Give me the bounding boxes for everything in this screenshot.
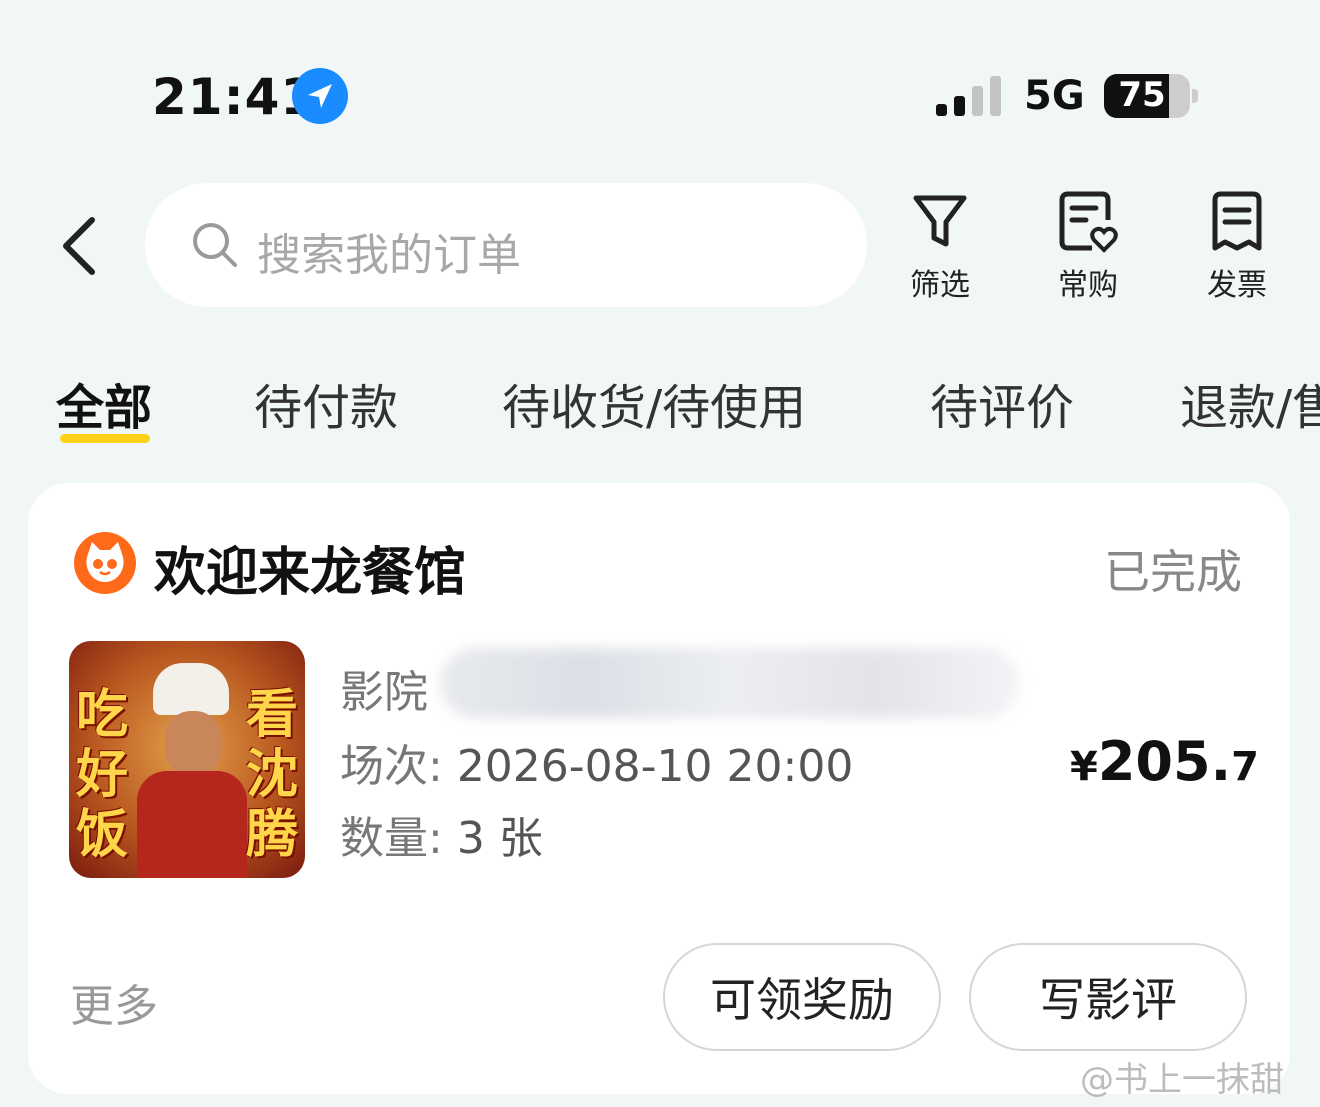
poster-text-left: 吃好饭 [75, 685, 128, 865]
invoice-label: 发票 [1207, 268, 1267, 303]
signal-strength-icon [936, 76, 1004, 116]
movie-poster[interactable]: 吃好饭 看沈腾 [69, 641, 305, 878]
shop-name[interactable]: 欢迎来龙餐馆 [154, 530, 466, 605]
poster-apron [137, 771, 247, 878]
location-arrow-icon [292, 68, 348, 124]
frequent-buy-button[interactable]: 常购 [1033, 190, 1143, 304]
search-input[interactable]: 搜索我的订单 [145, 183, 867, 307]
filter-icon [913, 195, 967, 247]
battery-tip [1192, 89, 1198, 103]
session-label: 场次: [340, 741, 457, 792]
quantity-label: 数量: [340, 813, 457, 864]
order-price: ¥205.7 [1070, 730, 1259, 793]
search-icon [193, 223, 237, 267]
poster-chef-hat [153, 663, 229, 715]
tab-all[interactable]: 全部 [56, 368, 152, 438]
battery-icon: 75 [1104, 74, 1190, 118]
session-row: 场次: 2026-08-10 20:00 [340, 730, 853, 794]
session-value: 2026-08-10 20:00 [456, 741, 854, 792]
battery-percentage: 75 [1118, 75, 1166, 115]
network-type: 5G [1024, 73, 1085, 119]
filter-label: 筛选 [910, 268, 970, 303]
more-button[interactable]: 更多 [70, 970, 158, 1034]
favorite-list-icon [1059, 191, 1118, 253]
tab-refund[interactable]: 退款/售 [1180, 368, 1320, 438]
cat-logo-icon [74, 532, 136, 594]
invoice-button[interactable]: 发票 [1182, 190, 1292, 304]
order-status: 已完成 [1104, 545, 1242, 599]
filter-button[interactable]: 筛选 [885, 190, 995, 304]
tab-pending-payment[interactable]: 待付款 [254, 368, 398, 438]
price-integer: 205. [1097, 730, 1232, 793]
tab-active-indicator [60, 434, 150, 443]
cinema-label: 影院 [340, 667, 428, 718]
invoice-icon [1212, 191, 1262, 251]
search-placeholder: 搜索我的订单 [257, 230, 521, 281]
price-symbol: ¥ [1070, 744, 1098, 790]
poster-face [165, 711, 221, 777]
tab-pending-review[interactable]: 待评价 [930, 368, 1074, 438]
watermark: @书上一抹甜 [1080, 1060, 1284, 1100]
cinema-name-blurred [440, 648, 1020, 718]
claim-reward-button[interactable]: 可领奖励 [663, 943, 941, 1051]
write-review-button[interactable]: 写影评 [969, 943, 1247, 1051]
quantity-value: 3 张 [456, 813, 543, 864]
quantity-row: 数量: 3 张 [340, 802, 543, 866]
poster-text-right: 看沈腾 [245, 685, 298, 865]
price-decimal: 7 [1231, 744, 1259, 790]
tab-pending-receive[interactable]: 待收货/待使用 [502, 368, 806, 438]
back-button[interactable] [56, 214, 110, 278]
frequent-buy-label: 常购 [1058, 268, 1118, 303]
